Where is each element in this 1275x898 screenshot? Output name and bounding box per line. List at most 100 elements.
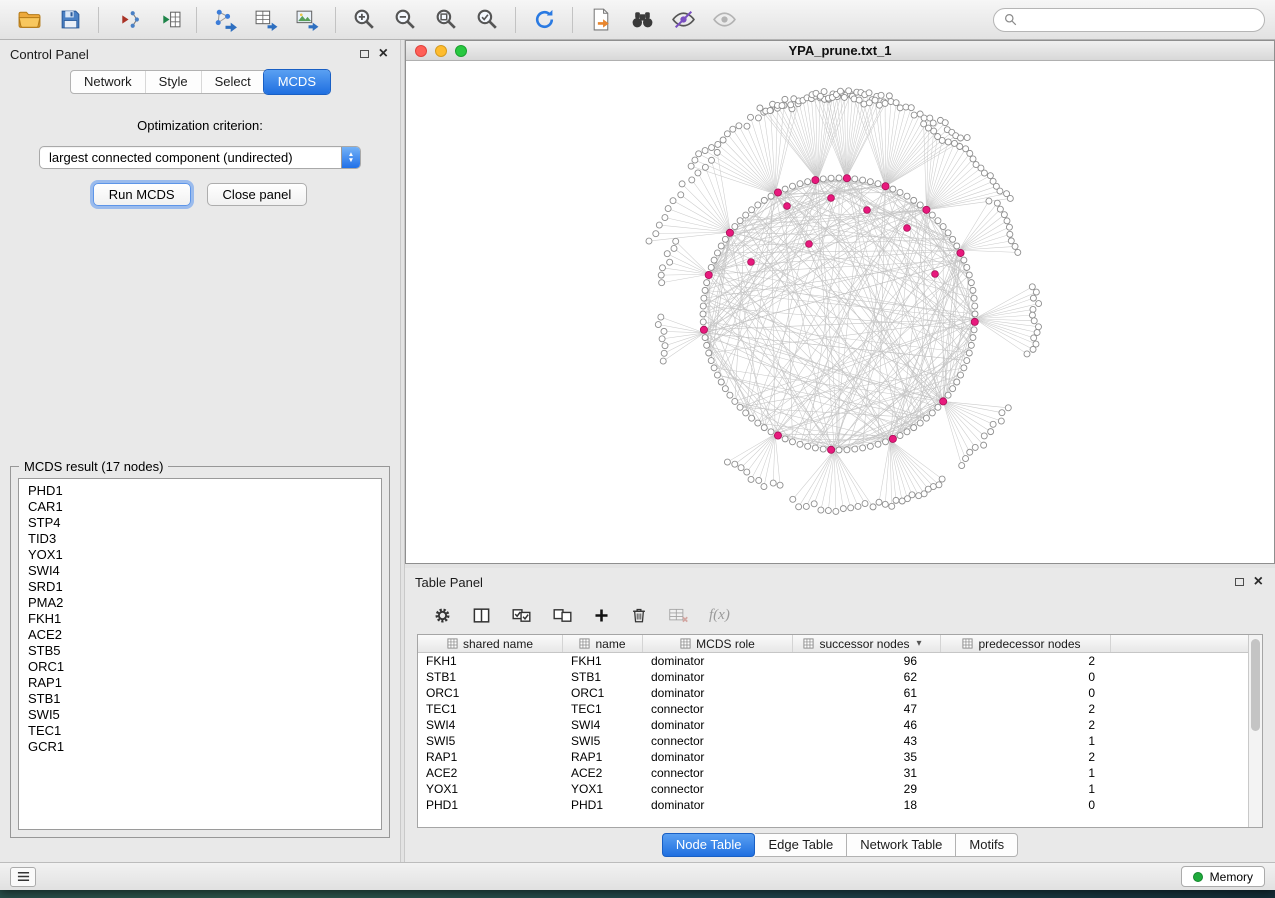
table-row[interactable]: SWI5SWI5connector431 xyxy=(418,733,1248,749)
gear-icon[interactable] xyxy=(433,606,452,625)
mcds-result-item[interactable]: ORC1 xyxy=(19,659,381,675)
table-row[interactable]: TEC1TEC1connector472 xyxy=(418,701,1248,717)
optimization-criterion-label: Optimization criterion: xyxy=(0,118,400,133)
mcds-result-list[interactable]: PHD1CAR1STP4TID3YOX1SWI4SRD1PMA2FKH1ACE2… xyxy=(18,478,382,830)
mcds-result-item[interactable]: TID3 xyxy=(19,531,381,547)
mcds-result-item[interactable]: PHD1 xyxy=(19,483,381,499)
mcds-result-item[interactable]: SWI4 xyxy=(19,563,381,579)
minimize-window-button[interactable] xyxy=(435,45,447,57)
column-header-name[interactable]: name xyxy=(563,635,643,652)
network-canvas[interactable] xyxy=(406,61,1274,563)
close-table-panel-icon[interactable]: × xyxy=(1254,576,1263,588)
column-type-icon xyxy=(962,638,973,649)
close-window-button[interactable] xyxy=(415,45,427,57)
save-session-button[interactable] xyxy=(51,4,89,36)
table-cell: ORC1 xyxy=(418,685,563,701)
export-image-button[interactable] xyxy=(288,4,326,36)
column-header-mcds-role[interactable]: MCDS role xyxy=(643,635,793,652)
mcds-result-item[interactable]: GCR1 xyxy=(19,739,381,755)
table-row[interactable]: FKH1FKH1dominator962 xyxy=(418,653,1248,669)
column-header-successor-nodes[interactable]: successor nodes ▾ xyxy=(793,635,941,652)
table-panel-header: Table Panel × xyxy=(405,568,1275,596)
zoom-in-button[interactable] xyxy=(345,4,383,36)
graphics-details-button[interactable] xyxy=(664,4,702,36)
add-column-icon[interactable] xyxy=(593,607,610,624)
tab-select[interactable]: Select xyxy=(201,71,264,93)
network-titlebar[interactable]: YPA_prune.txt_1 xyxy=(406,41,1274,61)
float-panel-icon[interactable] xyxy=(360,50,369,58)
column-header-predecessor-nodes[interactable]: predecessor nodes xyxy=(941,635,1111,652)
tab-style[interactable]: Style xyxy=(145,71,201,93)
table-cell: connector xyxy=(643,733,793,749)
mcds-result-item[interactable]: RAP1 xyxy=(19,675,381,691)
table-scrollbar[interactable] xyxy=(1248,635,1262,827)
column-type-icon xyxy=(803,638,814,649)
zoom-in-icon xyxy=(352,7,377,32)
memory-button[interactable]: Memory xyxy=(1181,866,1265,887)
dropdown-stepper-icon[interactable]: ▲ ▼ xyxy=(341,147,360,168)
export-network-button[interactable] xyxy=(206,4,244,36)
table-panel-title: Table Panel xyxy=(415,575,483,590)
mcds-controls: Optimization criterion: largest connecte… xyxy=(0,118,400,206)
mcds-result-item[interactable]: TEC1 xyxy=(19,723,381,739)
open-file-button[interactable] xyxy=(10,4,48,36)
scrollbar-thumb[interactable] xyxy=(1251,639,1260,731)
table-row[interactable]: SWI4SWI4dominator462 xyxy=(418,717,1248,733)
function-builder-icon[interactable]: f(x) xyxy=(709,607,730,624)
close-panel-button[interactable]: Close panel xyxy=(207,183,308,206)
mcds-result-item[interactable]: STB1 xyxy=(19,691,381,707)
table-row[interactable]: STB1STB1dominator620 xyxy=(418,669,1248,685)
delete-column-icon[interactable] xyxy=(630,606,648,624)
table-cell: TEC1 xyxy=(563,701,643,717)
select-all-icon[interactable] xyxy=(511,605,532,626)
mcds-result-item[interactable]: STP4 xyxy=(19,515,381,531)
table-cell: SWI5 xyxy=(418,733,563,749)
close-panel-icon[interactable]: × xyxy=(379,48,388,60)
table-row[interactable]: PHD1PHD1dominator180 xyxy=(418,797,1248,813)
table-row[interactable]: RAP1RAP1dominator352 xyxy=(418,749,1248,765)
zoom-out-button[interactable] xyxy=(386,4,424,36)
deselect-all-icon[interactable] xyxy=(552,605,573,626)
status-menu-button[interactable] xyxy=(10,867,36,887)
table-row[interactable]: YOX1YOX1connector291 xyxy=(418,781,1248,797)
table-row[interactable]: ACE2ACE2connector311 xyxy=(418,765,1248,781)
share-document-button[interactable] xyxy=(582,4,620,36)
mcds-result-item[interactable]: PMA2 xyxy=(19,595,381,611)
run-mcds-button[interactable]: Run MCDS xyxy=(93,183,191,206)
zoom-selected-button[interactable] xyxy=(468,4,506,36)
tab-node-table[interactable]: Node Table xyxy=(662,833,756,857)
import-network-button[interactable] xyxy=(108,4,146,36)
show-columns-icon[interactable] xyxy=(472,606,491,625)
table-cell: STB1 xyxy=(418,669,563,685)
table-cell: connector xyxy=(643,765,793,781)
criterion-dropdown[interactable]: largest connected component (undirected)… xyxy=(39,146,361,169)
float-table-panel-icon[interactable] xyxy=(1235,578,1244,586)
mcds-result-item[interactable]: CAR1 xyxy=(19,499,381,515)
search-network-button[interactable] xyxy=(623,4,661,36)
mcds-result-item[interactable]: ACE2 xyxy=(19,627,381,643)
list-menu-icon xyxy=(16,870,31,883)
maximize-window-button[interactable] xyxy=(455,45,467,57)
chevron-down-icon[interactable]: ▾ xyxy=(917,638,922,649)
table-row[interactable]: ORC1ORC1dominator610 xyxy=(418,685,1248,701)
tab-mcds[interactable]: MCDS xyxy=(264,70,330,94)
refresh-view-button[interactable] xyxy=(525,4,563,36)
delete-table-icon[interactable] xyxy=(668,605,689,626)
tab-network-table[interactable]: Network Table xyxy=(847,833,956,857)
zoom-fit-button[interactable] xyxy=(427,4,465,36)
mcds-result-item[interactable]: YOX1 xyxy=(19,547,381,563)
mcds-result-item[interactable]: SWI5 xyxy=(19,707,381,723)
table-cell: 96 xyxy=(793,653,941,669)
tab-edge-table[interactable]: Edge Table xyxy=(755,833,847,857)
mcds-result-item[interactable]: SRD1 xyxy=(19,579,381,595)
show-hide-button[interactable] xyxy=(705,4,743,36)
import-table-button[interactable] xyxy=(149,4,187,36)
mcds-result-item[interactable]: STB5 xyxy=(19,643,381,659)
tab-network[interactable]: Network xyxy=(71,71,145,93)
search-input[interactable] xyxy=(1023,12,1254,28)
tab-motifs[interactable]: Motifs xyxy=(956,833,1018,857)
toolbar-search[interactable] xyxy=(993,8,1265,32)
column-header-shared-name[interactable]: shared name xyxy=(418,635,563,652)
export-table-button[interactable] xyxy=(247,4,285,36)
mcds-result-item[interactable]: FKH1 xyxy=(19,611,381,627)
